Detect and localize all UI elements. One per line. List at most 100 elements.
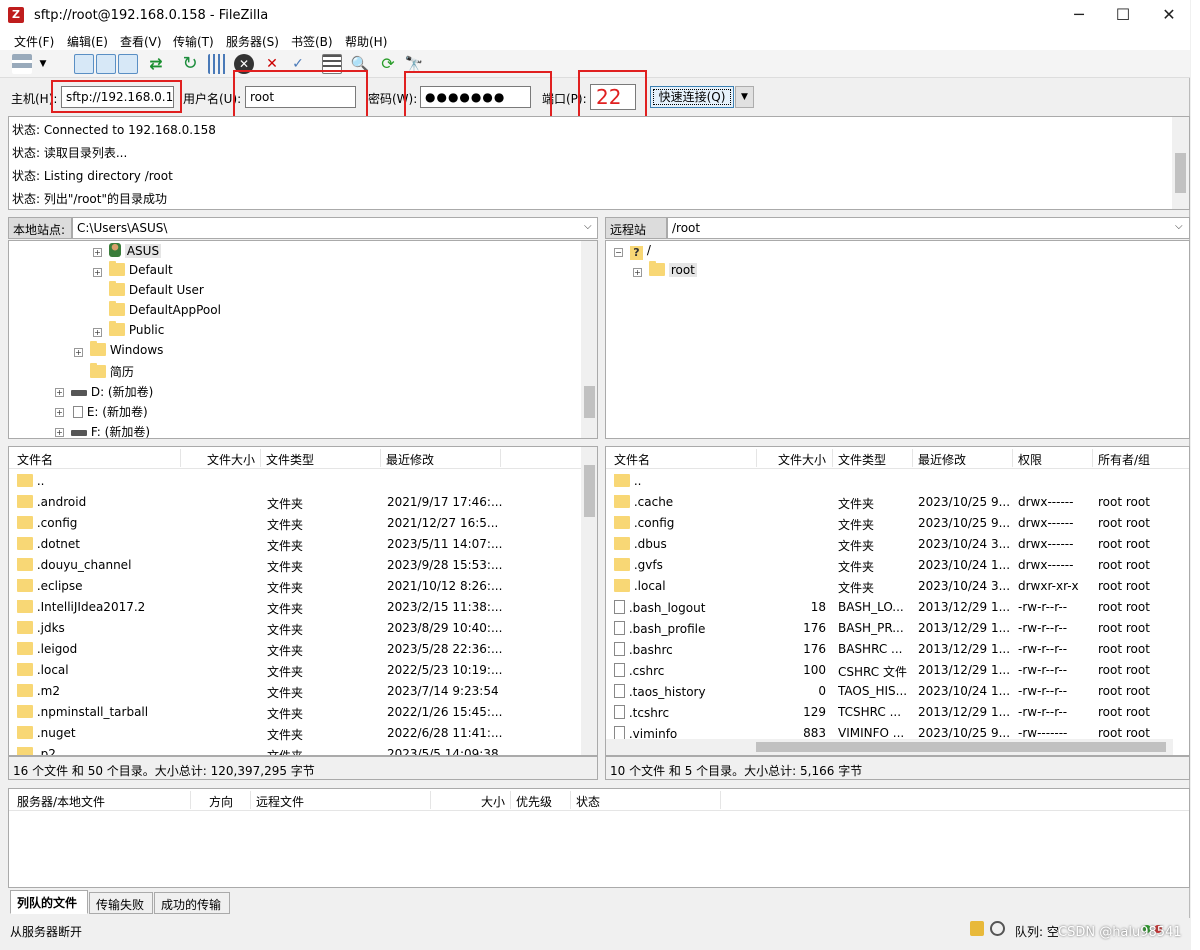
menu-transfer[interactable]: 传输(T) [173, 33, 214, 50]
log-scrollbar-thumb[interactable] [1175, 153, 1186, 193]
table-row[interactable]: .. [9, 471, 581, 492]
table-row[interactable]: .config 文件夹 2021/12/27 16:5... [9, 513, 581, 534]
table-row[interactable]: .local 文件夹 2022/5/23 10:19:... [9, 660, 581, 681]
menu-help[interactable]: 帮助(H) [345, 33, 387, 50]
column-modified[interactable]: 最近修改 [386, 451, 434, 468]
table-row[interactable]: .cshrc 100 CSHRC 文件 2013/12/29 1... -rw-r--r… [606, 660, 1173, 681]
table-row[interactable]: .config 文件夹 2023/10/25 9... drwx------ root … [606, 513, 1173, 534]
column-filesize[interactable]: 文件大小 [207, 451, 255, 468]
local-path-input[interactable]: C:\Users\ASUS\ [72, 217, 598, 239]
table-row[interactable]: .nuget 文件夹 2022/6/28 11:41:... [9, 723, 581, 744]
toggle-local-tree-icon[interactable] [96, 54, 116, 74]
table-row[interactable]: .gvfs 文件夹 2023/10/24 1... drwx------ root ro… [606, 555, 1173, 576]
table-row[interactable]: .dotnet 文件夹 2023/5/11 14:07:... [9, 534, 581, 555]
column-filesize[interactable]: 文件大小 [778, 451, 826, 468]
column-filetype[interactable]: 文件类型 [266, 451, 314, 468]
table-row[interactable]: .IntelliJIdea2017.2 文件夹 2023/2/15 11:38:..… [9, 597, 581, 618]
tree-node-default-user[interactable]: Default User [93, 281, 204, 303]
message-log[interactable]: 状态: Connected to 192.168.0.158 状态: 读取目录列… [8, 116, 1190, 210]
local-tree-scrollbar[interactable] [581, 241, 597, 438]
tree-node-asus[interactable]: + ASUS [93, 243, 162, 263]
table-row[interactable]: .jdks 文件夹 2023/8/29 10:40:... [9, 618, 581, 639]
local-tree-scrollbar-thumb[interactable] [584, 386, 595, 418]
local-directory-tree[interactable]: + ASUS + Default Default User DefaultApp… [8, 240, 598, 439]
table-row[interactable]: .taos_history 0 TAOS_HIS... 2023/10/24 1...… [606, 681, 1173, 702]
chevron-down-icon[interactable]: ⌵ [1175, 221, 1183, 232]
menu-file[interactable]: 文件(F) [14, 33, 54, 50]
tab-successful-transfers[interactable]: 成功的传输 [154, 892, 230, 914]
table-row[interactable]: .bash_logout 18 BASH_LO... 2013/12/29 1... -… [606, 597, 1173, 618]
table-row[interactable]: .tcshrc 129 TCSHRC ... 2013/12/29 1... -rw-r… [606, 702, 1173, 723]
local-list-scrollbar[interactable] [581, 447, 597, 755]
table-row[interactable]: .douyu_channel 文件夹 2023/9/28 15:53:... [9, 555, 581, 576]
tab-failed-transfers[interactable]: 传输失败 [89, 892, 153, 914]
column-owner-group[interactable]: 所有者/组 [1098, 451, 1150, 468]
table-row[interactable]: .cache 文件夹 2023/10/25 9... drwx------ root r… [606, 492, 1173, 513]
site-manager-dropdown-icon[interactable]: ▼ [36, 54, 50, 74]
column-remote-file[interactable]: 远程文件 [256, 793, 304, 810]
quickconnect-button[interactable]: 快速连接(Q) [650, 86, 734, 108]
column-permissions[interactable]: 权限 [1018, 451, 1042, 468]
tree-node-default[interactable]: + Default [93, 261, 173, 283]
lock-icon[interactable] [970, 921, 984, 936]
table-row[interactable]: .bash_profile 176 BASH_PR... 2013/12/29 1..… [606, 618, 1173, 639]
tree-node-root[interactable]: + root [633, 261, 697, 283]
refresh-icon[interactable]: ↻ [180, 54, 200, 74]
process-queue-icon[interactable] [208, 54, 228, 74]
table-row[interactable]: .. [606, 471, 1173, 492]
tree-node-drive-d[interactable]: + D: (新加卷) [55, 383, 153, 403]
menu-bookmarks[interactable]: 书签(B) [291, 33, 333, 50]
tree-node-defaultapppool[interactable]: DefaultAppPool [93, 301, 221, 323]
quickconnect-history-dropdown[interactable]: ▼ [735, 86, 754, 108]
chevron-down-icon[interactable]: ⌵ [584, 221, 592, 232]
table-row[interactable]: .android 文件夹 2021/9/17 17:46:... [9, 492, 581, 513]
tree-node-public[interactable]: + Public [93, 321, 164, 343]
sync-browsing-icon[interactable]: ⟳ [378, 54, 398, 74]
column-direction[interactable]: 方向 [209, 793, 233, 810]
tab-queued-files[interactable]: 列队的文件 [10, 890, 88, 914]
remote-file-list[interactable]: 文件名 文件大小 文件类型 最近修改 权限 所有者/组 .. .cache 文件夹… [605, 446, 1190, 756]
tree-node-root-slash[interactable]: −? / [614, 243, 651, 263]
column-priority[interactable]: 优先级 [516, 793, 552, 810]
menu-edit[interactable]: 编辑(E) [67, 33, 108, 50]
column-server-local-file[interactable]: 服务器/本地文件 [17, 793, 105, 810]
table-row[interactable]: .bashrc 176 BASHRC ... 2013/12/29 1... -rw-r… [606, 639, 1173, 660]
close-button[interactable]: ✕ [1146, 0, 1192, 30]
minimize-button[interactable]: ─ [1056, 0, 1102, 30]
table-row[interactable]: .leigod 文件夹 2023/5/28 22:36:... [9, 639, 581, 660]
remote-directory-tree[interactable]: −? / + root [605, 240, 1190, 439]
local-file-list[interactable]: 文件名 文件大小 文件类型 最近修改 .. .android 文件夹 2021/9/… [8, 446, 598, 756]
column-modified[interactable]: 最近修改 [918, 451, 966, 468]
speed-limit-icon[interactable] [990, 921, 1005, 936]
tree-node-drive-f[interactable]: + F: (新加卷) [55, 423, 150, 438]
column-status[interactable]: 状态 [576, 793, 600, 810]
log-scrollbar[interactable] [1172, 117, 1189, 209]
table-row[interactable]: .eclipse 文件夹 2021/10/12 8:26:... [9, 576, 581, 597]
remote-list-hscrollbar[interactable] [606, 739, 1173, 755]
column-filename[interactable]: 文件名 [17, 451, 53, 468]
tree-node-drive-e[interactable]: + E: (新加卷) [55, 403, 148, 423]
menu-server[interactable]: 服务器(S) [226, 33, 279, 50]
file-type-cell: TCSHRC ... [838, 705, 902, 719]
table-row[interactable]: .local 文件夹 2023/10/24 3... drwxr-xr-x root r… [606, 576, 1173, 597]
table-row[interactable]: .p2 文件夹 2023/5/5 14:09:38 [9, 744, 581, 755]
transfer-queue-icon[interactable]: ⇄ [146, 54, 166, 74]
transfer-queue[interactable]: 服务器/本地文件 方向 远程文件 大小 优先级 状态 [8, 788, 1190, 888]
file-icon [614, 663, 625, 677]
local-list-scrollbar-thumb[interactable] [584, 465, 595, 517]
toggle-log-icon[interactable] [74, 54, 94, 74]
tree-node-resume[interactable]: 简历 [74, 363, 134, 383]
column-size[interactable]: 大小 [481, 793, 505, 810]
table-row[interactable]: .m2 文件夹 2023/7/14 9:23:54 [9, 681, 581, 702]
toggle-remote-tree-icon[interactable] [118, 54, 138, 74]
table-row[interactable]: .npminstall_tarball 文件夹 2022/1/26 15:45:..… [9, 702, 581, 723]
column-filename[interactable]: 文件名 [614, 451, 650, 468]
site-manager-icon[interactable] [12, 54, 32, 74]
menu-view[interactable]: 查看(V) [120, 33, 162, 50]
remote-list-hscrollbar-thumb[interactable] [756, 742, 1166, 752]
column-filetype[interactable]: 文件类型 [838, 451, 886, 468]
tree-node-windows[interactable]: + Windows [74, 341, 163, 363]
maximize-button[interactable]: ☐ [1100, 0, 1146, 30]
remote-path-input[interactable]: /root [667, 217, 1190, 239]
table-row[interactable]: .dbus 文件夹 2023/10/24 3... drwx------ root ro… [606, 534, 1173, 555]
